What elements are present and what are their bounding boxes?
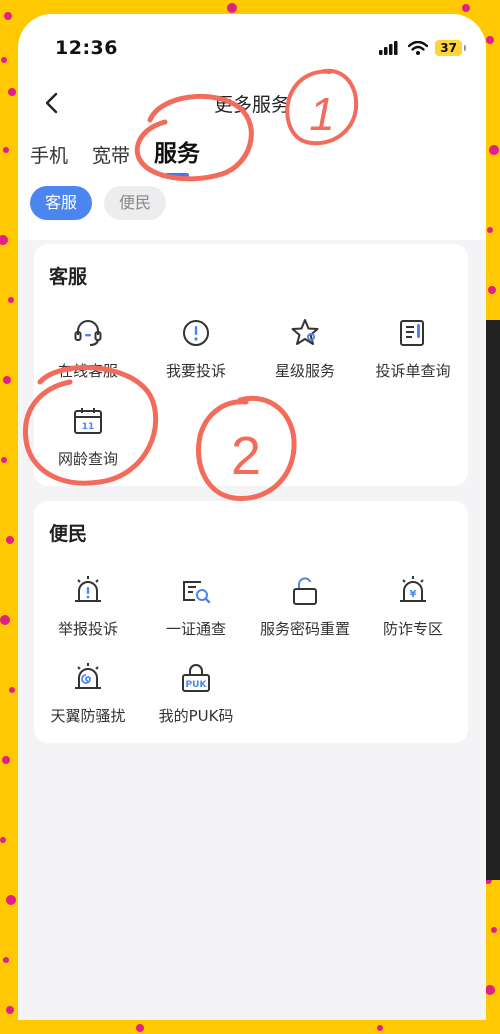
document-list-icon xyxy=(400,320,424,346)
phone-screen: 12:36 37 更多服务 手机 宽带 服务 客服 便民 客服 在线客服 我要投… xyxy=(18,14,486,1020)
category-tabs: 手机 宽带 服务 xyxy=(30,134,224,177)
service-item-report[interactable]: 举报投诉 xyxy=(34,574,142,652)
service-item-password-reset[interactable]: 服务密码重置 xyxy=(251,574,359,652)
alarm-spiral-icon xyxy=(75,663,101,689)
star-icon xyxy=(291,319,319,345)
service-item-puk-code[interactable]: PUK 我的PUK码 xyxy=(142,661,250,739)
tab-service[interactable]: 服务 xyxy=(154,134,201,177)
service-item-label: 举报投诉 xyxy=(57,620,118,638)
tab-phone[interactable]: 手机 xyxy=(30,141,68,168)
svg-text:¥: ¥ xyxy=(410,589,417,600)
tab-label: 宽带 xyxy=(92,145,131,167)
alarm-alert-icon xyxy=(75,576,101,602)
service-item-label: 网龄查询 xyxy=(57,450,118,468)
active-tab-indicator xyxy=(165,173,190,177)
service-item-online-support[interactable]: 在线客服 xyxy=(34,316,142,394)
section-card-kefu: 客服 在线客服 我要投诉 星级服务 投诉单查询 11 网龄查询 xyxy=(34,244,468,486)
status-time: 12:36 xyxy=(55,37,118,59)
service-item-anti-harassment[interactable]: 天翼防骚扰 xyxy=(34,661,142,739)
service-item-anti-fraud[interactable]: ¥ 防诈专区 xyxy=(359,574,467,652)
puk-text: PUK xyxy=(186,680,208,690)
status-icons: 37 xyxy=(379,40,466,56)
chip-bianmin[interactable]: 便民 xyxy=(104,186,167,220)
alert-circle-icon xyxy=(183,320,209,346)
service-item-label: 一证通查 xyxy=(165,620,226,638)
battery-indicator: 37 xyxy=(435,40,466,56)
service-item-label: 天翼防骚扰 xyxy=(50,707,126,725)
service-item-network-age[interactable]: 11 网龄查询 xyxy=(34,404,142,482)
unlock-icon xyxy=(293,577,317,605)
service-item-id-check[interactable]: 一证通查 xyxy=(142,574,250,652)
service-item-star-service[interactable]: 星级服务 xyxy=(251,316,359,394)
service-item-label: 星级服务 xyxy=(274,362,335,380)
nav-bar: 更多服务 xyxy=(18,80,486,126)
service-item-label: 在线客服 xyxy=(57,362,118,380)
wifi-icon xyxy=(408,41,429,55)
page-title: 更多服务 xyxy=(213,94,290,116)
service-item-label: 服务密码重置 xyxy=(259,620,350,638)
svg-text:11: 11 xyxy=(82,422,95,432)
service-item-label: 我要投诉 xyxy=(165,362,226,380)
id-search-icon xyxy=(183,581,211,604)
tab-broadband[interactable]: 宽带 xyxy=(92,141,130,168)
signal-icon xyxy=(379,41,398,55)
service-item-label: 防诈专区 xyxy=(382,620,443,638)
chip-kefu[interactable]: 客服 xyxy=(30,186,93,220)
calendar-icon: 11 xyxy=(74,408,102,434)
tab-label: 手机 xyxy=(30,145,69,167)
service-item-complaint-query[interactable]: 投诉单查询 xyxy=(359,316,467,394)
service-item-label: 我的PUK码 xyxy=(158,707,234,725)
alarm-yuan-icon: ¥ xyxy=(400,576,426,602)
puk-lock-icon: PUK xyxy=(182,664,210,692)
section-title: 客服 xyxy=(49,266,88,288)
section-card-bianmin: 便民 举报投诉 一证通查 服务密码重置 ¥ 防诈专区 天翼防骚扰 PUK 我的P… xyxy=(34,501,468,743)
section-title: 便民 xyxy=(49,523,88,545)
service-item-complaint[interactable]: 我要投诉 xyxy=(142,316,250,394)
filter-chips: 客服 便民 xyxy=(30,186,167,220)
tab-label: 服务 xyxy=(154,141,201,167)
service-item-label: 投诉单查询 xyxy=(375,362,451,380)
headset-icon xyxy=(74,320,102,346)
status-bar: 12:36 37 xyxy=(18,14,486,78)
